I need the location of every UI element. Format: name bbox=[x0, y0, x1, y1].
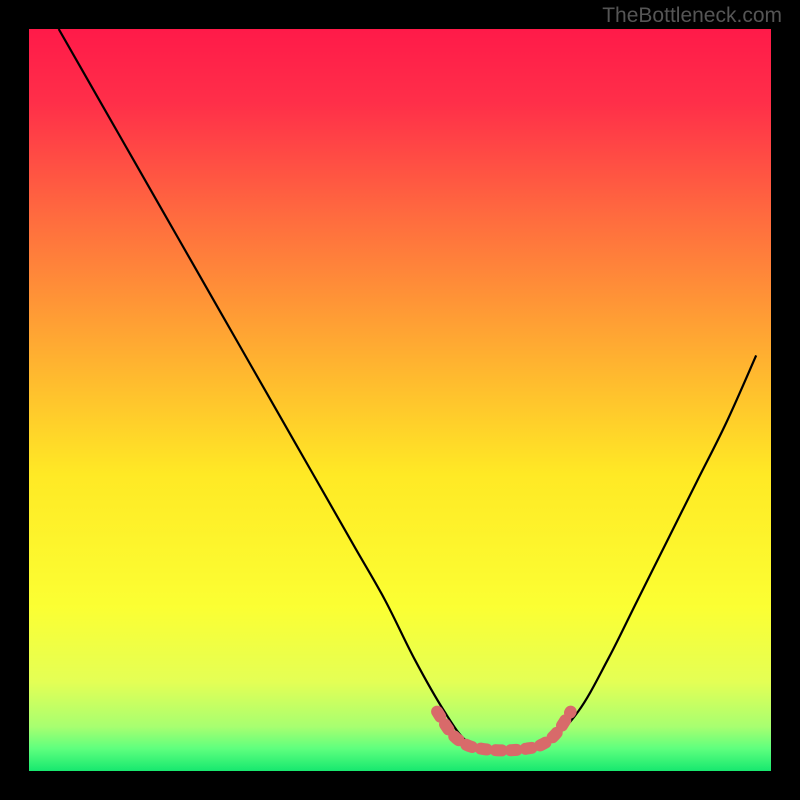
chart-plot-area bbox=[29, 29, 771, 771]
watermark-text: TheBottleneck.com bbox=[602, 4, 782, 28]
frame-border bbox=[0, 771, 800, 800]
frame-border bbox=[771, 0, 800, 800]
frame-border bbox=[0, 0, 29, 800]
optimal-range-marker bbox=[29, 29, 771, 771]
